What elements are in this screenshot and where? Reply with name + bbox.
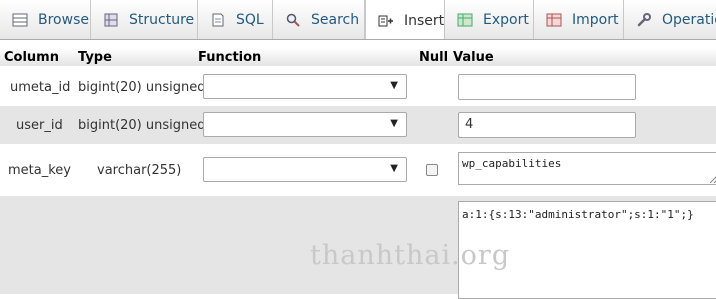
column-name: meta_key — [8, 163, 71, 178]
resize-handle[interactable] — [710, 175, 716, 183]
sql-icon — [212, 13, 224, 27]
table-tabs: Browse Structure SQL Search Insert Expor… — [0, 0, 716, 40]
wrench-icon — [637, 13, 651, 27]
function-select[interactable]: ▼ — [203, 112, 407, 137]
value-input[interactable] — [458, 74, 636, 100]
tab-sql[interactable]: SQL — [198, 0, 273, 39]
grid-header: Column Type Function Null Value — [0, 48, 716, 66]
tab-label: Structure — [129, 12, 195, 28]
value-input[interactable]: 4 — [458, 112, 636, 138]
null-checkbox[interactable] — [426, 164, 438, 176]
header-null: Null — [419, 50, 449, 65]
value-textarea[interactable]: wp_capabilities — [458, 152, 716, 185]
chevron-down-icon: ▼ — [390, 118, 398, 129]
insert-icon — [378, 15, 393, 26]
column-type: bigint(20) unsigned — [78, 118, 206, 133]
tab-search[interactable]: Search — [273, 0, 365, 39]
tab-label: Export — [483, 12, 529, 28]
column-name: user_id — [16, 118, 63, 133]
header-function: Function — [198, 50, 262, 65]
chevron-down-icon: ▼ — [390, 80, 398, 91]
table-row: meta_key varchar(255) ▼ wp_capabilities — [0, 144, 716, 196]
tab-insert[interactable]: Insert — [365, 0, 445, 39]
tab-structure[interactable]: Structure — [91, 0, 198, 39]
function-select[interactable]: ▼ — [203, 157, 407, 182]
function-select[interactable]: ▼ — [203, 74, 407, 99]
tab-label: Insert — [404, 12, 445, 29]
tab-label: Operations — [662, 12, 716, 28]
tab-label: SQL — [236, 12, 264, 28]
header-type: Type — [78, 50, 112, 65]
column-name: umeta_id — [10, 80, 71, 95]
chevron-down-icon: ▼ — [390, 163, 398, 174]
tab-browse[interactable]: Browse — [0, 0, 91, 39]
table-row: umeta_id bigint(20) unsigned ▼ — [0, 68, 716, 106]
browse-icon — [12, 13, 28, 27]
column-type: bigint(20) unsigned — [78, 80, 206, 95]
watermark: thanhthai.org — [310, 240, 511, 271]
column-type: varchar(255) — [97, 163, 182, 178]
search-icon — [286, 13, 300, 27]
import-icon — [546, 13, 562, 27]
table-row: user_id bigint(20) unsigned ▼ 4 — [0, 106, 716, 144]
tab-export[interactable]: Export — [445, 0, 534, 39]
tab-import[interactable]: Import — [534, 0, 624, 39]
header-value: Value — [453, 50, 494, 65]
tab-label: Search — [311, 12, 360, 28]
export-icon — [457, 13, 473, 27]
tab-label: Import — [572, 12, 619, 28]
structure-icon — [104, 13, 118, 27]
header-column: Column — [4, 50, 59, 65]
insert-form: Column Type Function Null Value umeta_id… — [0, 41, 716, 299]
tab-operations[interactable]: Operations — [624, 0, 716, 39]
tab-label: Browse — [38, 12, 89, 28]
